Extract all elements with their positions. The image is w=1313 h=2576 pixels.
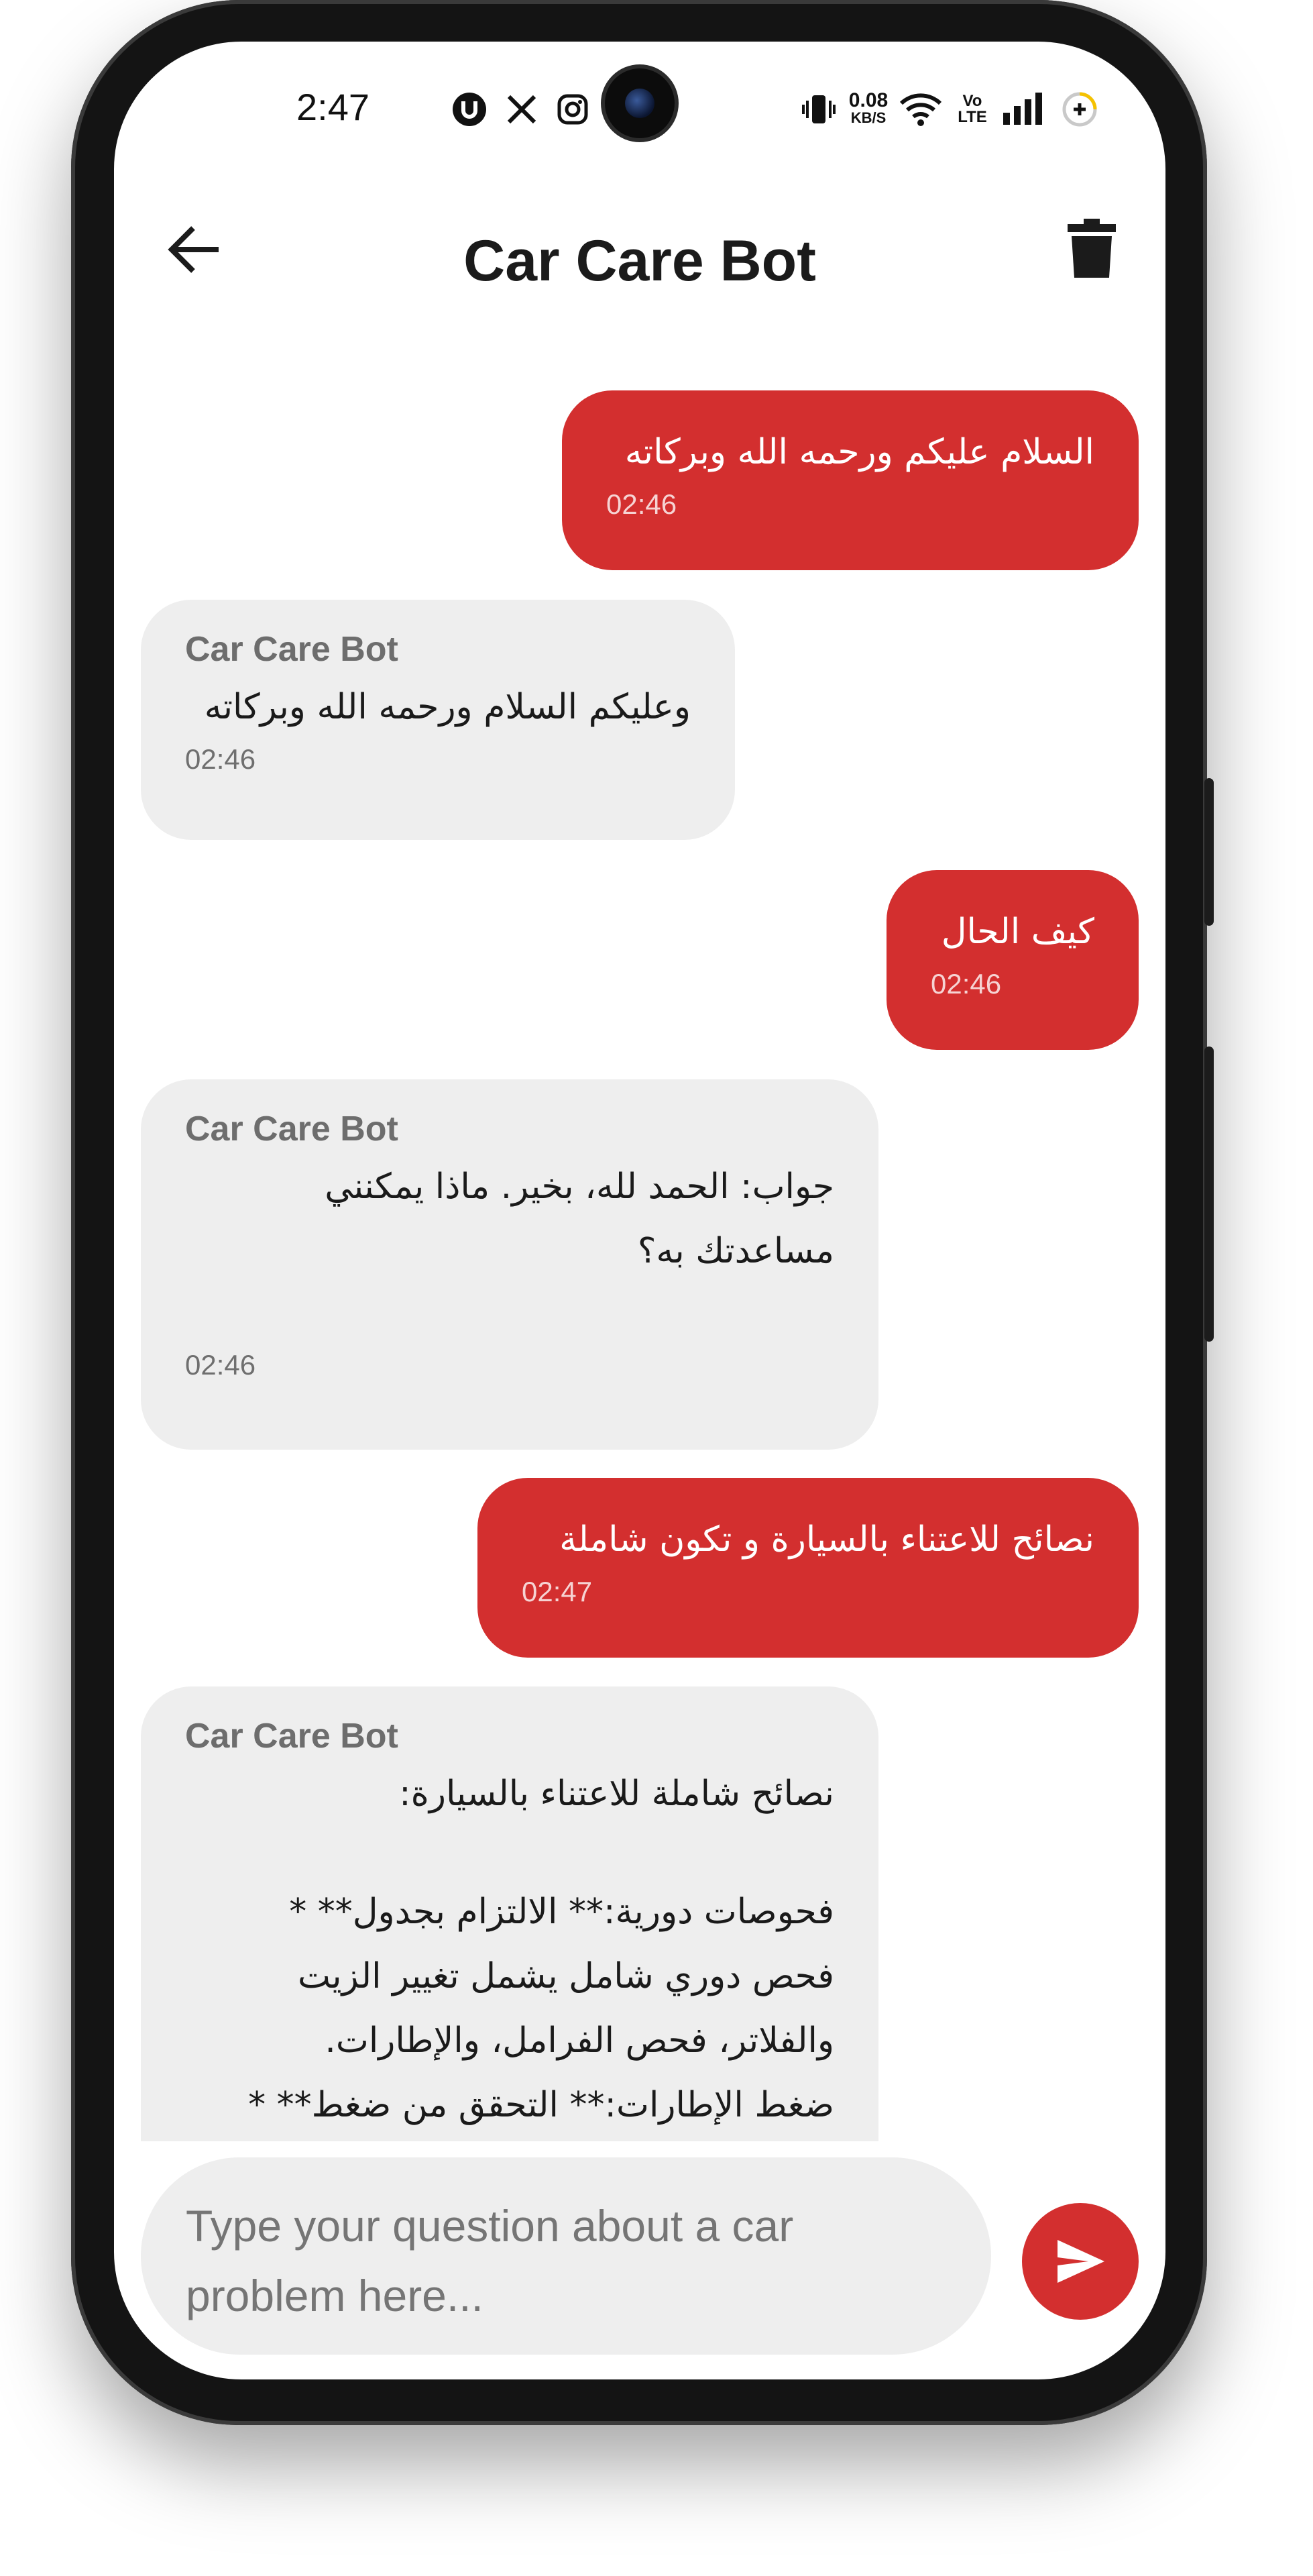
bot-message: Car Care Bot جواب: الحمد لله، بخير. ماذا… xyxy=(141,1079,878,1450)
message-line: ضغط الإطارات:** التحقق من ضغط** * xyxy=(248,2085,834,2125)
message-line: والفلاتر، فحص الفرامل، والإطارات. xyxy=(325,2021,834,2061)
message-time: 02:47 xyxy=(522,1576,593,1607)
message-text: السلام عليكم ورحمه الله وبركاته xyxy=(624,432,1094,472)
message-sender: Car Care Bot xyxy=(185,1717,398,1756)
chat-list: السلام عليكم ورحمه الله وبركاته 02:46 Ca… xyxy=(114,310,1165,2141)
question-input-container xyxy=(141,2157,991,2355)
page-title: Car Care Bot xyxy=(463,229,816,293)
x-app-icon xyxy=(503,90,540,129)
volume-button xyxy=(1204,1046,1214,1342)
status-bar: 2:47 0.08 KB/S Vo LTE xyxy=(114,42,1165,176)
trash-icon xyxy=(1068,219,1116,278)
u-app-icon xyxy=(451,90,488,129)
message-time: 02:46 xyxy=(931,968,1002,1000)
message-line: مساعدتك به؟ xyxy=(637,1231,834,1271)
vibrate-icon xyxy=(799,90,838,129)
message-text: جواب: الحمد لله، بخير. ماذا يمكنني مساعد… xyxy=(185,1155,834,1283)
user-message: نصائح للاعتناء بالسيارة و تكون شاملة 02:… xyxy=(477,1478,1139,1658)
message-text: وعليكم السلام ورحمه الله وبركاته xyxy=(204,687,691,727)
message-text: كيف الحال xyxy=(941,912,1094,952)
send-icon xyxy=(1058,2240,1104,2283)
user-message: كيف الحال 02:46 xyxy=(887,870,1139,1050)
app-screen: 2:47 0.08 KB/S Vo LTE Car Care Bot السلا… xyxy=(114,42,1165,2379)
question-input[interactable] xyxy=(184,2190,952,2332)
message-line: فحص دوري شامل يشمل تغيير الزيت xyxy=(298,1956,834,1996)
instagram-icon xyxy=(554,90,591,129)
status-time: 2:47 xyxy=(296,86,369,128)
bot-message: Car Care Bot نصائح شاملة للاعتناء بالسيا… xyxy=(141,1686,878,2141)
user-message: السلام عليكم ورحمه الله وبركاته 02:46 xyxy=(562,390,1139,570)
power-button xyxy=(1204,778,1214,926)
message-line: جواب: الحمد لله، بخير. ماذا يمكنني xyxy=(325,1167,834,1207)
message-sender: Car Care Bot xyxy=(185,1110,398,1148)
message-line: فحوصات دورية:** الالتزام بجدول** * xyxy=(289,1892,834,1932)
message-text: نصائح للاعتناء بالسيارة و تكون شاملة xyxy=(559,1519,1094,1560)
message-line xyxy=(185,1826,834,1880)
network-speed-value: 0.08 xyxy=(848,89,889,111)
wifi-icon xyxy=(897,90,944,129)
network-speed: 0.08 KB/S xyxy=(845,90,892,129)
message-time: 02:46 xyxy=(185,1349,256,1381)
clear-chat-button[interactable] xyxy=(1058,215,1125,282)
message-time: 02:46 xyxy=(185,743,256,775)
message-time: 02:46 xyxy=(606,488,677,520)
volte-icon: Vo LTE xyxy=(958,92,987,126)
bot-message: Car Care Bot وعليكم السلام ورحمه الله وب… xyxy=(141,600,735,840)
battery-saver-icon xyxy=(1060,90,1100,129)
app-bar: Car Care Bot xyxy=(114,176,1165,310)
send-button[interactable] xyxy=(1022,2203,1139,2320)
signal-icon xyxy=(999,90,1046,129)
message-sender: Car Care Bot xyxy=(185,630,398,669)
network-speed-unit: KB/S xyxy=(850,109,887,126)
message-line: نصائح شاملة للاعتناء بالسيارة: xyxy=(399,1774,834,1814)
message-text: نصائح شاملة للاعتناء بالسيارة: فحوصات دو… xyxy=(185,1762,834,2137)
front-camera xyxy=(605,68,675,138)
